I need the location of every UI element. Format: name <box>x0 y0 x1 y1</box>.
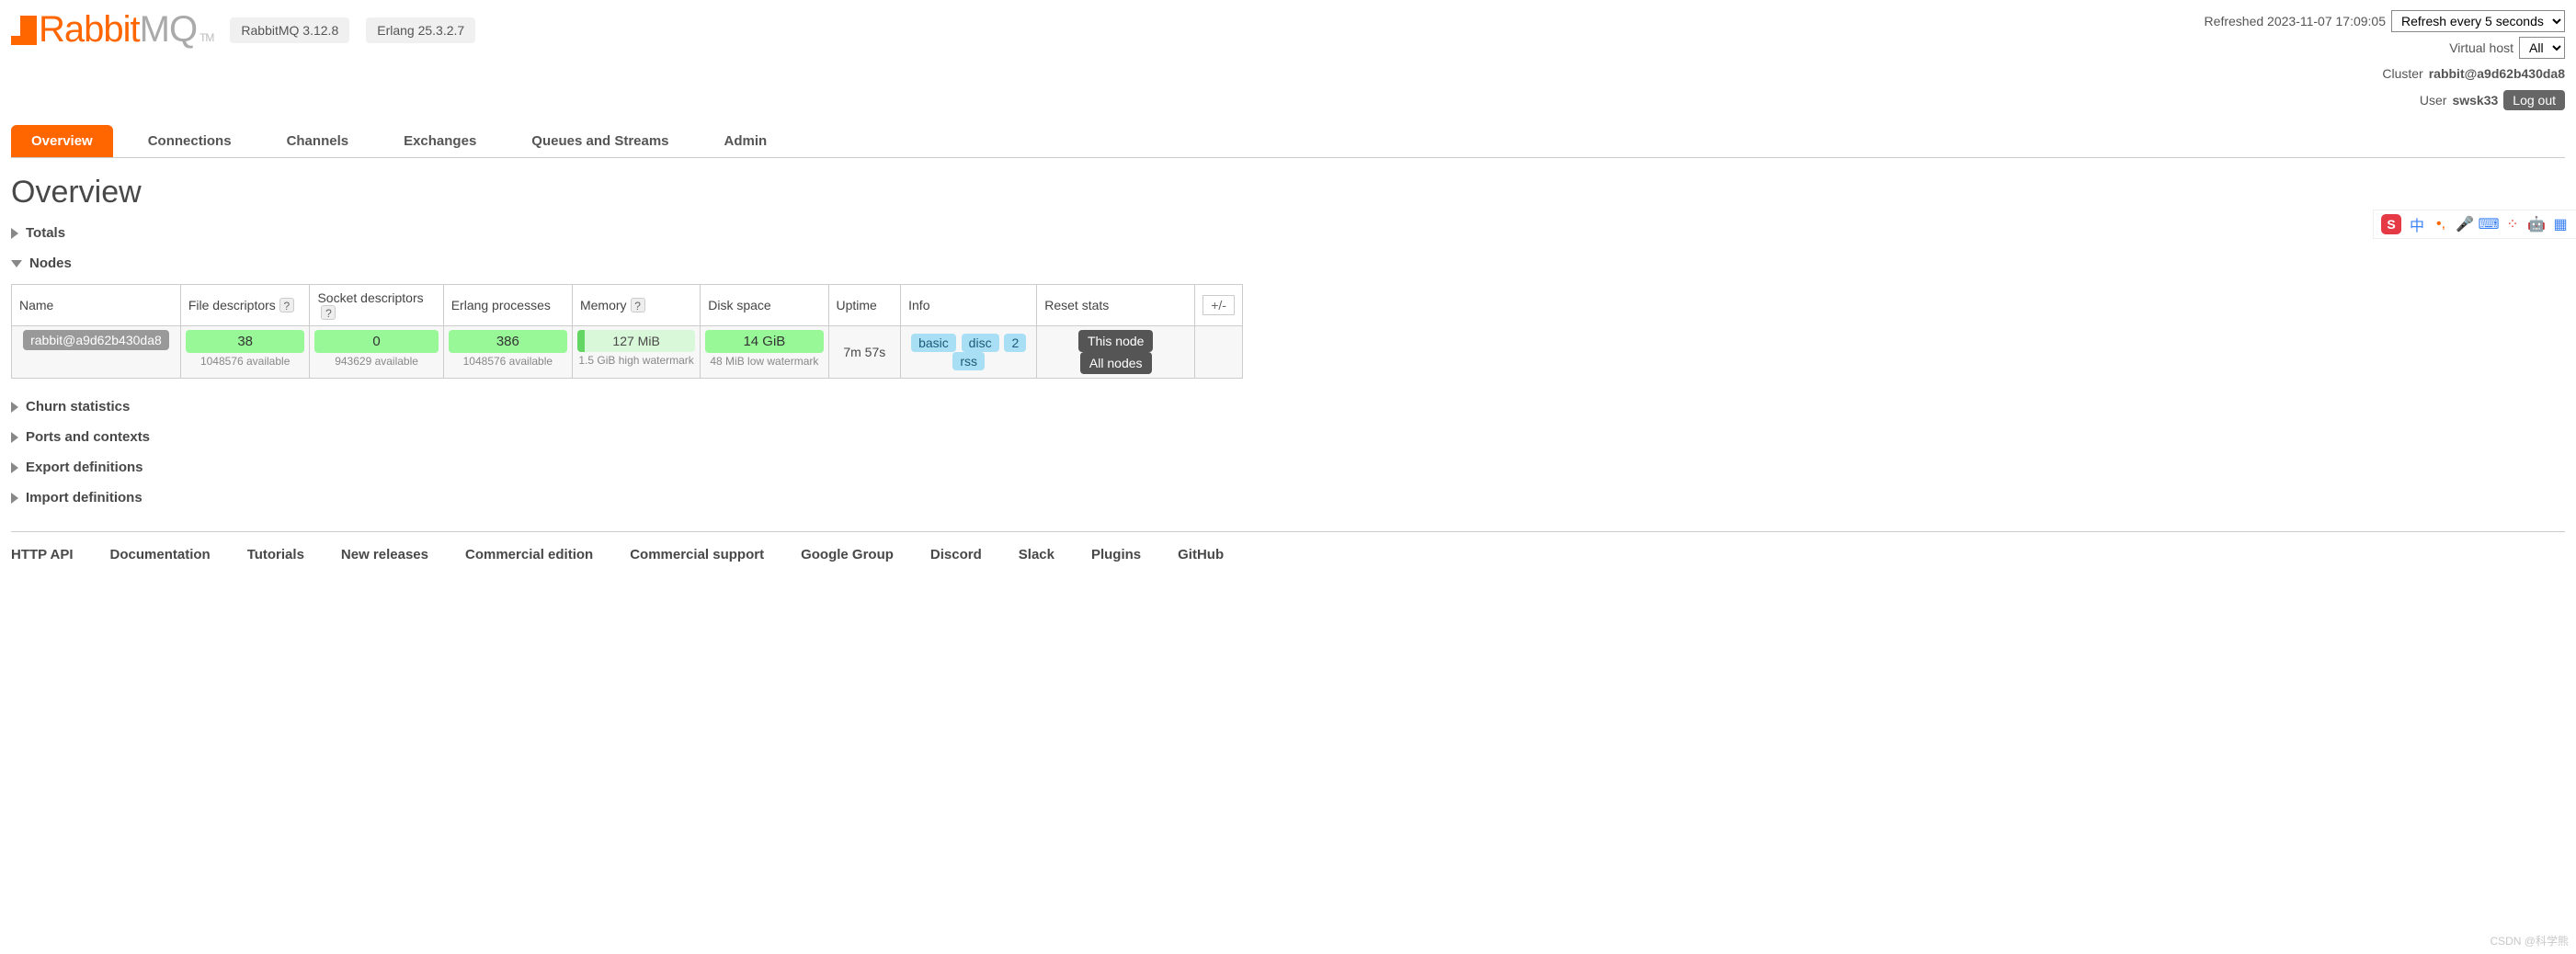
chevron-right-icon <box>11 228 18 239</box>
section-import[interactable]: Import definitions <box>11 483 2565 513</box>
footer-discord[interactable]: Discord <box>930 547 982 562</box>
microphone-icon[interactable]: 🎤 <box>2456 216 2473 233</box>
chevron-right-icon <box>11 402 18 413</box>
col-fd: File descriptors? <box>180 285 310 326</box>
section-nodes[interactable]: Nodes <box>11 248 2565 278</box>
palette-icon[interactable]: ⁘ <box>2504 216 2521 233</box>
mem-value: 127 MiB <box>577 330 695 352</box>
help-icon[interactable]: ? <box>631 298 645 312</box>
node-name-badge[interactable]: rabbit@a9d62b430da8 <box>23 330 169 350</box>
fd-sub: 1048576 available <box>186 353 305 368</box>
section-totals[interactable]: Totals <box>11 218 2565 248</box>
col-reset: Reset stats <box>1037 285 1195 326</box>
sd-value: 0 <box>314 330 438 353</box>
mem-sub: 1.5 GiB high watermark <box>577 352 695 367</box>
help-icon[interactable]: ? <box>321 305 336 320</box>
user-name: swsk33 <box>2452 88 2498 113</box>
col-ep: Erlang processes <box>443 285 572 326</box>
page-title: Overview <box>11 175 2565 210</box>
robot-icon[interactable]: 🤖 <box>2528 216 2545 233</box>
tab-exchanges[interactable]: Exchanges <box>383 125 496 157</box>
logo-text-rabbit: Rabbit <box>39 9 140 51</box>
ep-sub: 1048576 available <box>449 353 567 368</box>
reset-this-node-button[interactable]: This node <box>1078 330 1153 352</box>
watermark: CSDN @科学熊 <box>2490 933 2569 948</box>
footer-github[interactable]: GitHub <box>1178 547 1224 562</box>
refresh-interval-select[interactable]: Refresh every 5 seconds <box>2391 10 2565 32</box>
help-icon[interactable]: ? <box>279 298 294 312</box>
section-export[interactable]: Export definitions <box>11 452 2565 483</box>
logout-button[interactable]: Log out <box>2503 90 2565 110</box>
rabbitmq-icon <box>11 16 37 45</box>
uptime-value: 7m 57s <box>828 326 901 379</box>
section-churn[interactable]: Churn statistics <box>11 392 2565 422</box>
vhost-select[interactable]: All <box>2519 37 2565 59</box>
chevron-right-icon <box>11 493 18 504</box>
info-tag-disc[interactable]: disc <box>962 334 999 352</box>
fd-value: 38 <box>186 330 305 353</box>
tab-channels[interactable]: Channels <box>267 125 370 157</box>
disk-sub: 48 MiB low watermark <box>705 353 823 368</box>
section-label: Churn statistics <box>26 399 130 415</box>
footer-commercial-ed[interactable]: Commercial edition <box>465 547 593 562</box>
footer-tutorials[interactable]: Tutorials <box>247 547 304 562</box>
tab-overview[interactable]: Overview <box>11 125 113 157</box>
last-refreshed: Refreshed 2023-11-07 17:09:05 <box>2205 9 2386 34</box>
keyboard-icon[interactable]: ⌨ <box>2480 216 2497 233</box>
cluster-label: Cluster <box>2382 62 2422 86</box>
logo-text-mq: MQ <box>140 9 197 51</box>
info-tag-rss[interactable]: rss <box>952 352 985 370</box>
chevron-right-icon <box>11 462 18 473</box>
section-label: Nodes <box>29 256 72 271</box>
rabbitmq-logo[interactable]: RabbitMQ TM <box>11 9 213 51</box>
table-row: rabbit@a9d62b430da8 38 1048576 available… <box>12 326 1243 379</box>
vhost-label: Virtual host <box>2449 36 2513 61</box>
ime-toolbar: 中 •, 🎤 ⌨ ⁘ 🤖 ▦ <box>2373 210 2576 239</box>
section-label: Ports and contexts <box>26 429 150 445</box>
footer-links: HTTP API Documentation Tutorials New rel… <box>11 531 2565 577</box>
section-label: Export definitions <box>26 460 143 475</box>
rabbitmq-version: RabbitMQ 3.12.8 <box>230 17 349 43</box>
sd-sub: 943629 available <box>314 353 438 368</box>
section-label: Import definitions <box>26 490 142 505</box>
info-tag-basic[interactable]: basic <box>911 334 956 352</box>
lang-zh-icon[interactable]: 中 <box>2409 216 2425 233</box>
grid-icon[interactable]: ▦ <box>2552 216 2569 233</box>
footer-commercial-sup[interactable]: Commercial support <box>630 547 764 562</box>
col-mem: Memory? <box>572 285 700 326</box>
col-name: Name <box>12 285 181 326</box>
sogou-ime-icon[interactable] <box>2381 214 2401 234</box>
tab-queues[interactable]: Queues and Streams <box>511 125 689 157</box>
col-disk: Disk space <box>701 285 828 326</box>
section-ports[interactable]: Ports and contexts <box>11 422 2565 452</box>
info-tag-2[interactable]: 2 <box>1004 334 1026 352</box>
user-label: User <box>2420 88 2447 113</box>
columns-toggle[interactable]: +/- <box>1203 295 1235 315</box>
footer-documentation[interactable]: Documentation <box>110 547 211 562</box>
cluster-name: rabbit@a9d62b430da8 <box>2429 62 2565 86</box>
footer-plugins[interactable]: Plugins <box>1091 547 1141 562</box>
chevron-down-icon <box>11 260 22 267</box>
chevron-right-icon <box>11 432 18 443</box>
footer-http-api[interactable]: HTTP API <box>11 547 74 562</box>
reset-all-nodes-button[interactable]: All nodes <box>1080 352 1152 374</box>
section-label: Totals <box>26 225 65 241</box>
col-info: Info <box>901 285 1037 326</box>
logo-tm: TM <box>199 31 213 44</box>
tab-admin[interactable]: Admin <box>704 125 788 157</box>
ep-value: 386 <box>449 330 567 353</box>
tab-connections[interactable]: Connections <box>128 125 252 157</box>
disk-value: 14 GiB <box>705 330 823 353</box>
punct-icon[interactable]: •, <box>2433 216 2449 233</box>
footer-slack[interactable]: Slack <box>1019 547 1054 562</box>
main-tabs: Overview Connections Channels Exchanges … <box>11 125 2565 158</box>
erlang-version: Erlang 25.3.2.7 <box>366 17 475 43</box>
col-uptime: Uptime <box>828 285 901 326</box>
nodes-table: Name File descriptors? Socket descriptor… <box>11 284 1243 379</box>
footer-google-group[interactable]: Google Group <box>801 547 894 562</box>
footer-new-releases[interactable]: New releases <box>341 547 428 562</box>
col-sd: Socket descriptors? <box>310 285 443 326</box>
